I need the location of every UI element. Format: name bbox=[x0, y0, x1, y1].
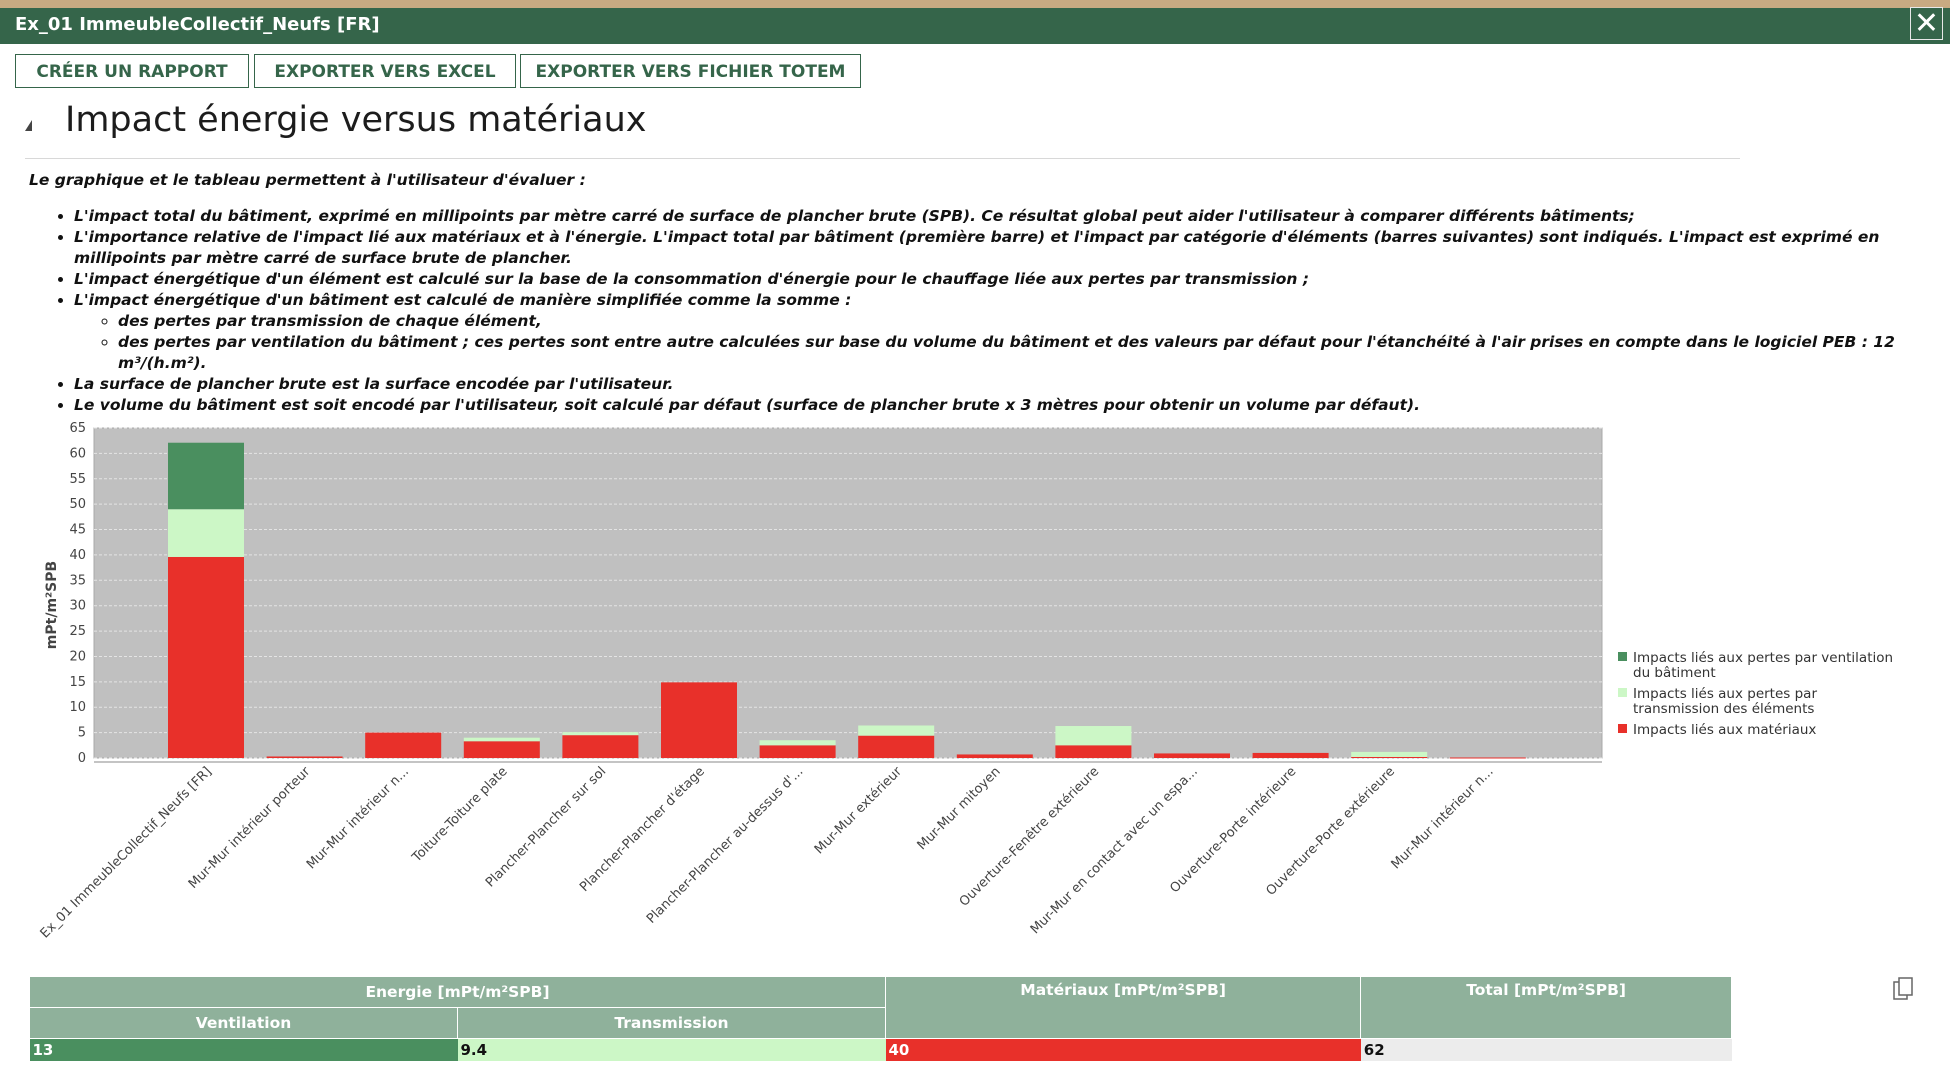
y-tick-label: 40 bbox=[69, 548, 86, 563]
x-tick-label: Mur-Mur mitoyen bbox=[915, 764, 1004, 853]
copy-icon[interactable] bbox=[1893, 977, 1915, 1001]
summary-table: Energie [mPt/m²SPB] Matériaux [mPt/m²SPB… bbox=[29, 976, 1732, 1061]
x-tick-label: Mur-Mur en contact avec un espa... bbox=[1028, 764, 1201, 937]
bar-segment bbox=[168, 509, 244, 557]
bar-segment bbox=[1351, 756, 1428, 758]
total-header: Total [mPt/m²SPB] bbox=[1360, 976, 1732, 1039]
x-tick-label: Mur-Mur intérieur n... bbox=[304, 764, 412, 872]
bar-segment bbox=[1055, 726, 1132, 746]
y-tick-label: 35 bbox=[69, 573, 86, 588]
legend-label: Impacts liés aux pertes par bbox=[1633, 686, 1817, 702]
bar-segment bbox=[858, 735, 935, 758]
description-intro: Le graphique et le tableau permettent à … bbox=[29, 171, 586, 189]
y-tick-label: 15 bbox=[69, 675, 86, 690]
bar-segment bbox=[365, 732, 442, 758]
bar-segment bbox=[1351, 751, 1428, 757]
legend-swatch bbox=[1618, 652, 1627, 661]
x-tick-label: Mur-Mur extérieur bbox=[812, 764, 906, 858]
export-excel-button[interactable]: EXPORTER VERS EXCEL bbox=[254, 54, 516, 88]
y-tick-label: 60 bbox=[69, 446, 86, 461]
bar-segment bbox=[1449, 757, 1526, 759]
list-item: L'impact énergétique d'un élément est ca… bbox=[74, 269, 1929, 290]
bar-segment bbox=[266, 756, 343, 758]
list-item: L'importance relative de l'impact lié au… bbox=[74, 227, 1929, 269]
x-tick-label: Mur-Mur intérieur n... bbox=[1389, 764, 1497, 872]
list-item: L'impact énergétique d'un bâtiment est c… bbox=[74, 290, 1929, 374]
window-titlebar: Ex_01 ImmeubleCollectif_Neufs [FR] ✕ bbox=[0, 7, 1950, 44]
export-totem-button[interactable]: EXPORTER VERS FICHIER TOTEM bbox=[520, 54, 861, 88]
bar-segment bbox=[168, 556, 244, 758]
materiaux-header: Matériaux [mPt/m²SPB] bbox=[884, 976, 1362, 1039]
bar-segment bbox=[1055, 745, 1132, 758]
description-list: L'impact total du bâtiment, exprimé en m… bbox=[29, 206, 1929, 416]
x-tick-label: Ex_01 ImmeubleCollectif_Neufs [FR] bbox=[38, 764, 215, 941]
x-tick-label: Plancher-Plancher au-dessus d'... bbox=[644, 764, 807, 927]
page-title: Impact énergie versus matériaux bbox=[65, 100, 647, 140]
bar-segment bbox=[956, 754, 1033, 758]
y-tick-label: 65 bbox=[69, 421, 86, 436]
legend-label-line2: transmission des éléments bbox=[1633, 701, 1814, 717]
background-strip bbox=[0, 0, 1950, 8]
legend-label-line2: du bâtiment bbox=[1633, 665, 1716, 681]
legend-swatch bbox=[1618, 724, 1627, 733]
bar-segment bbox=[1252, 752, 1329, 758]
transmission-header: Transmission bbox=[457, 1007, 886, 1039]
bar-segment bbox=[759, 740, 836, 746]
ventilation-header: Ventilation bbox=[29, 1007, 458, 1039]
bar-segment bbox=[661, 682, 737, 758]
window-title: Ex_01 ImmeubleCollectif_Neufs [FR] bbox=[15, 14, 380, 35]
y-tick-label: 25 bbox=[69, 624, 86, 639]
divider bbox=[25, 158, 1740, 159]
x-tick-label: Toiture-Toiture plate bbox=[409, 764, 511, 866]
list-item: L'impact total du bâtiment, exprimé en m… bbox=[74, 206, 1929, 227]
total-value: 62 bbox=[1360, 1038, 1732, 1061]
create-report-button[interactable]: CRÉER UN RAPPORT bbox=[15, 54, 249, 88]
y-tick-label: 55 bbox=[69, 472, 86, 487]
description: Le graphique et le tableau permettent à … bbox=[29, 170, 1929, 416]
bar-segment bbox=[463, 737, 540, 742]
list-item: La surface de plancher brute est la surf… bbox=[74, 374, 1929, 395]
impact-chart: 0 5 10 15 20 25 30 35 40 45 50 55 60 65 mPt/m²SPB Ex_01… bbox=[38, 421, 1893, 941]
legend-label: Impacts liés aux pertes par ventilation bbox=[1633, 650, 1893, 666]
y-tick-label: 0 bbox=[78, 751, 86, 766]
bar-segment bbox=[1154, 753, 1230, 758]
energie-header: Energie [mPt/m²SPB] bbox=[29, 976, 886, 1008]
y-tick-label: 5 bbox=[78, 726, 86, 741]
bar-segment bbox=[858, 725, 935, 736]
sub-list-item: des pertes par ventilation du bâtiment ;… bbox=[118, 332, 1929, 374]
materiaux-value: 40 bbox=[885, 1038, 1361, 1061]
y-tick-label: 45 bbox=[69, 523, 86, 538]
legend-swatch bbox=[1618, 688, 1627, 697]
bar-segment bbox=[168, 442, 244, 510]
report-window: Ex_01 ImmeubleCollectif_Neufs [FR] ✕ CRÉ… bbox=[0, 7, 1950, 1068]
y-tick-label: 10 bbox=[69, 700, 86, 715]
y-tick-label: 50 bbox=[69, 497, 86, 512]
sub-list: des pertes par transmission de chaque él… bbox=[74, 311, 1929, 374]
collapse-triangle-icon[interactable] bbox=[25, 120, 32, 131]
bar-segment bbox=[562, 735, 639, 758]
list-item-text: L'impact énergétique d'un bâtiment est c… bbox=[74, 291, 852, 309]
bar-segment bbox=[463, 741, 540, 758]
y-tick-label: 30 bbox=[69, 599, 86, 614]
ventilation-value: 13 bbox=[29, 1038, 458, 1061]
plot-area bbox=[93, 427, 1603, 759]
legend-label: Impacts liés aux matériaux bbox=[1633, 722, 1816, 738]
bar-segment bbox=[562, 732, 639, 736]
y-axis-label: mPt/m²SPB bbox=[44, 561, 60, 649]
close-icon: ✕ bbox=[1913, 6, 1940, 41]
y-tick-label: 20 bbox=[69, 649, 86, 664]
bar-segment bbox=[759, 745, 836, 758]
transmission-value: 9.4 bbox=[457, 1038, 886, 1061]
sub-list-item: des pertes par transmission de chaque él… bbox=[118, 311, 1929, 332]
close-button[interactable]: ✕ bbox=[1910, 7, 1943, 40]
